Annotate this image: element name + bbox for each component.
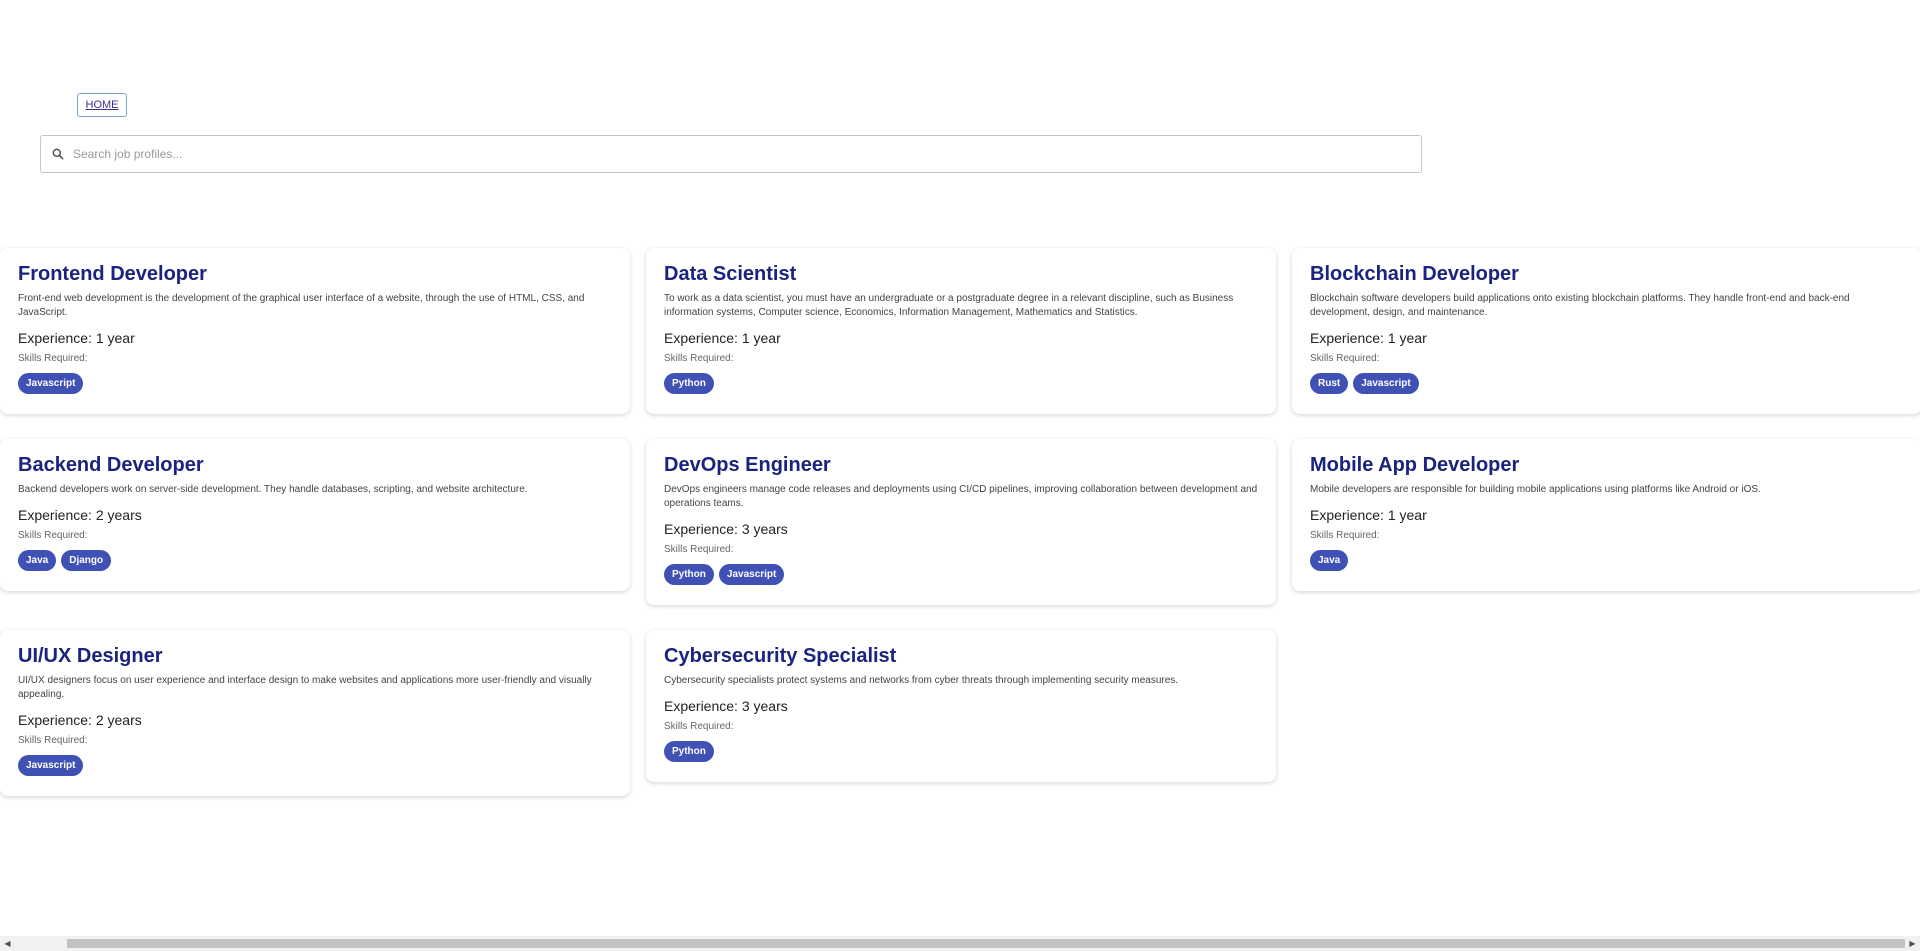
job-description: To work as a data scientist, you must ha…: [664, 293, 1234, 318]
job-title: Mobile App Developer: [1310, 454, 1520, 476]
job-card[interactable]: Blockchain Developer Blockchain software…: [1292, 248, 1920, 414]
job-card-cell: Backend Developer Backend developers wor…: [0, 439, 630, 630]
skill-chips: Javascript: [18, 373, 612, 394]
job-description: Cybersecurity specialists protect system…: [664, 675, 1179, 686]
job-description: Backend developers work on server-side d…: [18, 484, 528, 495]
job-card-cell: Blockchain Developer Blockchain software…: [1292, 248, 1920, 439]
job-experience: Experience: 3 years: [664, 521, 788, 537]
job-card[interactable]: Data Scientist To work as a data scienti…: [646, 248, 1276, 414]
skill-chip: Django: [61, 550, 112, 571]
skill-chips: Java Django: [18, 550, 612, 571]
job-card[interactable]: Mobile App Developer Mobile developers a…: [1292, 439, 1920, 591]
job-title: Blockchain Developer: [1310, 263, 1519, 285]
skills-label: Skills Required:: [664, 544, 734, 555]
skill-chips: Rust Javascript: [1310, 373, 1904, 394]
job-experience: Experience: 1 year: [664, 330, 781, 346]
chevron-right-icon[interactable]: ▶: [1905, 936, 1920, 951]
skill-chip: Javascript: [1353, 373, 1419, 394]
job-card-cell: Data Scientist To work as a data scienti…: [646, 248, 1276, 439]
skill-chip: Python: [664, 741, 714, 762]
skill-chip: Python: [664, 564, 714, 585]
job-description: UI/UX designers focus on user experience…: [18, 675, 592, 700]
skill-chips: Java: [1310, 550, 1904, 571]
skill-chips: Javascript: [18, 755, 612, 776]
job-card-grid: Frontend Developer Front-end web develop…: [0, 248, 1920, 821]
job-card-cell: Frontend Developer Front-end web develop…: [0, 248, 630, 439]
skills-label: Skills Required:: [18, 353, 88, 364]
job-card-cell: UI/UX Designer UI/UX designers focus on …: [0, 630, 630, 821]
skills-label: Skills Required:: [18, 530, 88, 541]
job-title: DevOps Engineer: [664, 454, 831, 476]
skill-chip: Rust: [1310, 373, 1349, 394]
job-card-cell: Cybersecurity Specialist Cybersecurity s…: [646, 630, 1276, 821]
job-card[interactable]: Cybersecurity Specialist Cybersecurity s…: [646, 630, 1276, 782]
job-title: Backend Developer: [18, 454, 204, 476]
skill-chips: Python: [664, 373, 1258, 394]
job-experience: Experience: 1 year: [1310, 330, 1427, 346]
job-title: Cybersecurity Specialist: [664, 645, 897, 667]
job-description: Mobile developers are responsible for bu…: [1310, 484, 1761, 495]
search-input[interactable]: [73, 136, 1421, 172]
job-title: Frontend Developer: [18, 263, 207, 285]
job-card[interactable]: DevOps Engineer DevOps engineers manage …: [646, 439, 1276, 605]
job-card[interactable]: UI/UX Designer UI/UX designers focus on …: [0, 630, 630, 796]
skills-label: Skills Required:: [664, 353, 734, 364]
skills-label: Skills Required:: [18, 735, 88, 746]
search-icon: [52, 148, 64, 160]
scrollbar-thumb[interactable]: [67, 939, 1905, 948]
job-card[interactable]: Backend Developer Backend developers wor…: [0, 439, 630, 591]
skill-chip: Javascript: [18, 373, 84, 394]
skill-chip: Java: [1310, 550, 1349, 571]
skill-chips: Python: [664, 741, 1258, 762]
skill-chip: Java: [18, 550, 57, 571]
horizontal-scrollbar[interactable]: ◀ ▶: [0, 936, 1920, 951]
skill-chip: Python: [664, 373, 714, 394]
skills-label: Skills Required:: [664, 721, 734, 732]
chevron-left-icon[interactable]: ◀: [0, 936, 15, 951]
search-bar[interactable]: [40, 135, 1422, 173]
scrollbar-track[interactable]: [15, 936, 1905, 951]
job-description: DevOps engineers manage code releases an…: [664, 484, 1258, 509]
skills-label: Skills Required:: [1310, 353, 1380, 364]
job-card-cell: Mobile App Developer Mobile developers a…: [1292, 439, 1920, 630]
job-experience: Experience: 2 years: [18, 712, 142, 728]
job-experience: Experience: 3 years: [664, 698, 788, 714]
skill-chip: Javascript: [18, 755, 84, 776]
skills-label: Skills Required:: [1310, 530, 1380, 541]
job-title: Data Scientist: [664, 263, 797, 285]
job-card[interactable]: Frontend Developer Front-end web develop…: [0, 248, 630, 414]
job-card-cell: DevOps Engineer DevOps engineers manage …: [646, 439, 1276, 630]
job-description: Front-end web development is the develop…: [18, 293, 585, 318]
skill-chips: Python Javascript: [664, 564, 1258, 585]
job-experience: Experience: 1 year: [1310, 507, 1427, 523]
job-title: UI/UX Designer: [18, 645, 163, 667]
job-experience: Experience: 1 year: [18, 330, 135, 346]
job-experience: Experience: 2 years: [18, 507, 142, 523]
job-description: Blockchain software developers build app…: [1310, 293, 1850, 318]
skill-chip: Javascript: [718, 564, 785, 585]
home-button[interactable]: HOME: [77, 93, 127, 117]
